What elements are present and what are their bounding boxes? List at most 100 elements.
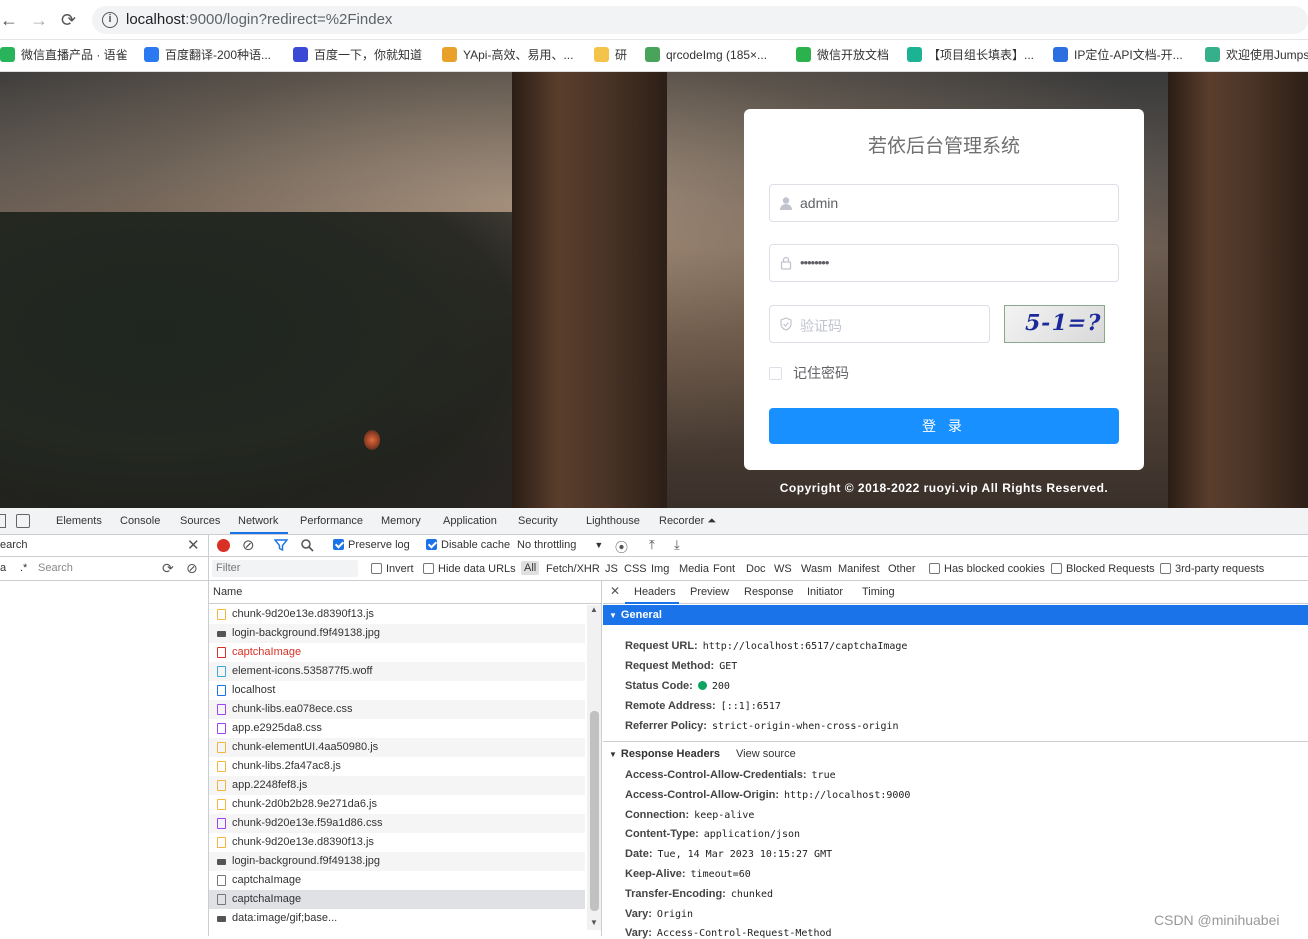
filter-type-media[interactable]: Media: [679, 563, 709, 575]
request-row[interactable]: localhost: [209, 681, 585, 700]
bookmark-item[interactable]: 微信直播产品 · 语雀: [0, 47, 128, 63]
third-party-option[interactable]: 3rd-party requests: [1160, 563, 1264, 575]
bookmark-item[interactable]: 欢迎使用Jumps: [1205, 47, 1308, 63]
clear-icon[interactable]: ⊘: [186, 560, 198, 577]
search-input[interactable]: Search: [38, 562, 73, 574]
filter-type-img[interactable]: Img: [651, 563, 669, 575]
request-row[interactable]: chunk-9d20e13e.d8390f13.js: [209, 605, 585, 624]
request-row[interactable]: element-icons.535877f5.woff: [209, 662, 585, 681]
hide-data-urls-checkbox[interactable]: [423, 563, 434, 574]
request-row[interactable]: login-background.f9f49138.jpg: [209, 852, 585, 871]
detail-tab-preview[interactable]: Preview: [690, 586, 729, 598]
tab-lighthouse[interactable]: Lighthouse: [586, 515, 640, 527]
password-field[interactable]: ••••••••: [769, 244, 1119, 282]
reload-icon[interactable]: ⟳: [61, 9, 76, 31]
request-row[interactable]: chunk-9d20e13e.f59a1d86.css: [209, 814, 585, 833]
address-bar[interactable]: i localhost:9000/login?redirect=%2Findex: [92, 6, 1308, 34]
close-icon[interactable]: ✕: [187, 536, 200, 554]
bookmark-item[interactable]: IP定位-API文档-开...: [1053, 47, 1183, 63]
request-row[interactable]: app.2248fef8.js: [209, 776, 585, 795]
tab-application[interactable]: Application: [443, 515, 497, 527]
request-row[interactable]: chunk-elementUI.4aa50980.js: [209, 738, 585, 757]
general-section-header[interactable]: ▼ General: [603, 605, 1308, 625]
filter-type-other[interactable]: Other: [888, 563, 916, 575]
filter-type-css[interactable]: CSS: [624, 563, 647, 575]
inspect-icon[interactable]: [0, 514, 6, 528]
record-icon[interactable]: [217, 539, 230, 552]
filter-type-doc[interactable]: Doc: [746, 563, 766, 575]
match-case-icon[interactable]: a: [0, 562, 6, 574]
request-row[interactable]: chunk-libs.ea078ece.css: [209, 700, 585, 719]
captcha-image[interactable]: 5-1=?: [1004, 305, 1105, 343]
scroll-down-icon[interactable]: ▼: [590, 918, 598, 927]
filter-type-js[interactable]: JS: [605, 563, 618, 575]
filter-type-ws[interactable]: WS: [774, 563, 792, 575]
regex-icon[interactable]: .*: [20, 562, 27, 574]
username-field[interactable]: admin: [769, 184, 1119, 222]
back-arrow-icon[interactable]: ←: [0, 9, 18, 31]
remember-checkbox[interactable]: [769, 367, 782, 380]
name-column-header[interactable]: Name: [209, 581, 602, 604]
filter-icon[interactable]: [273, 538, 289, 555]
hide-data-urls-option[interactable]: Hide data URLs: [423, 563, 516, 575]
bookmark-item[interactable]: 研: [594, 47, 627, 63]
filter-type-fetchxhr[interactable]: Fetch/XHR: [546, 563, 600, 575]
detail-tab-headers[interactable]: Headers: [634, 586, 676, 598]
tab-sources[interactable]: Sources: [180, 515, 220, 527]
bookmark-item[interactable]: 百度翻译-200种语...: [144, 47, 271, 63]
disable-cache-option[interactable]: Disable cache: [426, 539, 510, 551]
bookmark-item[interactable]: 百度一下，你就知道: [293, 47, 422, 63]
request-row[interactable]: chunk-2d0b2b28.9e271da6.js: [209, 795, 585, 814]
import-har-icon[interactable]: ⤒: [649, 537, 655, 553]
info-icon[interactable]: i: [102, 12, 118, 28]
third-party-checkbox[interactable]: [1160, 563, 1171, 574]
request-row[interactable]: login-background.f9f49138.jpg: [209, 624, 585, 643]
tab-console[interactable]: Console: [120, 515, 160, 527]
bookmark-item[interactable]: qrcodeImg (185×...: [645, 47, 767, 63]
tab-performance[interactable]: Performance: [300, 515, 363, 527]
request-row[interactable]: captchaImage: [209, 890, 585, 909]
refresh-icon[interactable]: ⟳: [162, 560, 174, 577]
network-conditions-icon[interactable]: ⦿: [615, 537, 628, 556]
clear-log-icon[interactable]: ⊘: [242, 536, 255, 554]
invert-checkbox[interactable]: [371, 563, 382, 574]
detail-tab-initiator[interactable]: Initiator: [807, 586, 843, 598]
bookmark-item[interactable]: 微信开放文档: [796, 47, 889, 63]
filter-type-all[interactable]: All: [521, 561, 540, 575]
device-toolbar-icon[interactable]: [16, 514, 30, 528]
search-icon[interactable]: [300, 538, 314, 555]
request-row[interactable]: app.e2925da8.css: [209, 719, 585, 738]
detail-tab-timing[interactable]: Timing: [862, 586, 895, 598]
request-list-scrollbar[interactable]: ▲ ▼: [587, 605, 601, 930]
filter-type-wasm[interactable]: Wasm: [801, 563, 832, 575]
request-row[interactable]: captchaImage: [209, 871, 585, 890]
captcha-field[interactable]: 验证码: [769, 305, 990, 343]
bookmark-item[interactable]: 【项目组长填表】...: [907, 47, 1034, 63]
disable-cache-checkbox[interactable]: [426, 539, 437, 550]
tab-network[interactable]: Network: [238, 515, 278, 527]
tab-memory[interactable]: Memory: [381, 515, 421, 527]
tab-security[interactable]: Security: [518, 515, 558, 527]
request-row[interactable]: data:image/gif;base...: [209, 909, 585, 928]
filter-type-font[interactable]: Font: [713, 563, 735, 575]
invert-option[interactable]: Invert: [371, 563, 414, 575]
forward-arrow-icon[interactable]: →: [30, 9, 48, 31]
throttling-select[interactable]: No throttling ▼: [517, 539, 603, 551]
scroll-up-icon[interactable]: ▲: [590, 605, 598, 614]
bookmark-item[interactable]: YApi-高效、易用、...: [442, 47, 573, 63]
export-har-icon[interactable]: ⤓: [674, 537, 680, 553]
blocked-requests-option[interactable]: Blocked Requests: [1051, 563, 1155, 575]
preserve-log-option[interactable]: Preserve log: [333, 539, 410, 551]
has-blocked-cookies-checkbox[interactable]: [929, 563, 940, 574]
request-row[interactable]: chunk-libs.2fa47ac8.js: [209, 757, 585, 776]
tab-recorder[interactable]: Recorder ⏶: [659, 515, 716, 528]
view-source-link[interactable]: View source: [736, 748, 796, 760]
login-button[interactable]: 登 录: [769, 408, 1119, 444]
remember-password[interactable]: 记住密码: [769, 363, 849, 383]
filter-input[interactable]: Filter: [212, 560, 358, 577]
filter-type-manifest[interactable]: Manifest: [838, 563, 880, 575]
tab-elements[interactable]: Elements: [56, 515, 102, 527]
preserve-log-checkbox[interactable]: [333, 539, 344, 550]
request-row[interactable]: captchaImage: [209, 643, 585, 662]
detail-tab-response[interactable]: Response: [744, 586, 794, 598]
